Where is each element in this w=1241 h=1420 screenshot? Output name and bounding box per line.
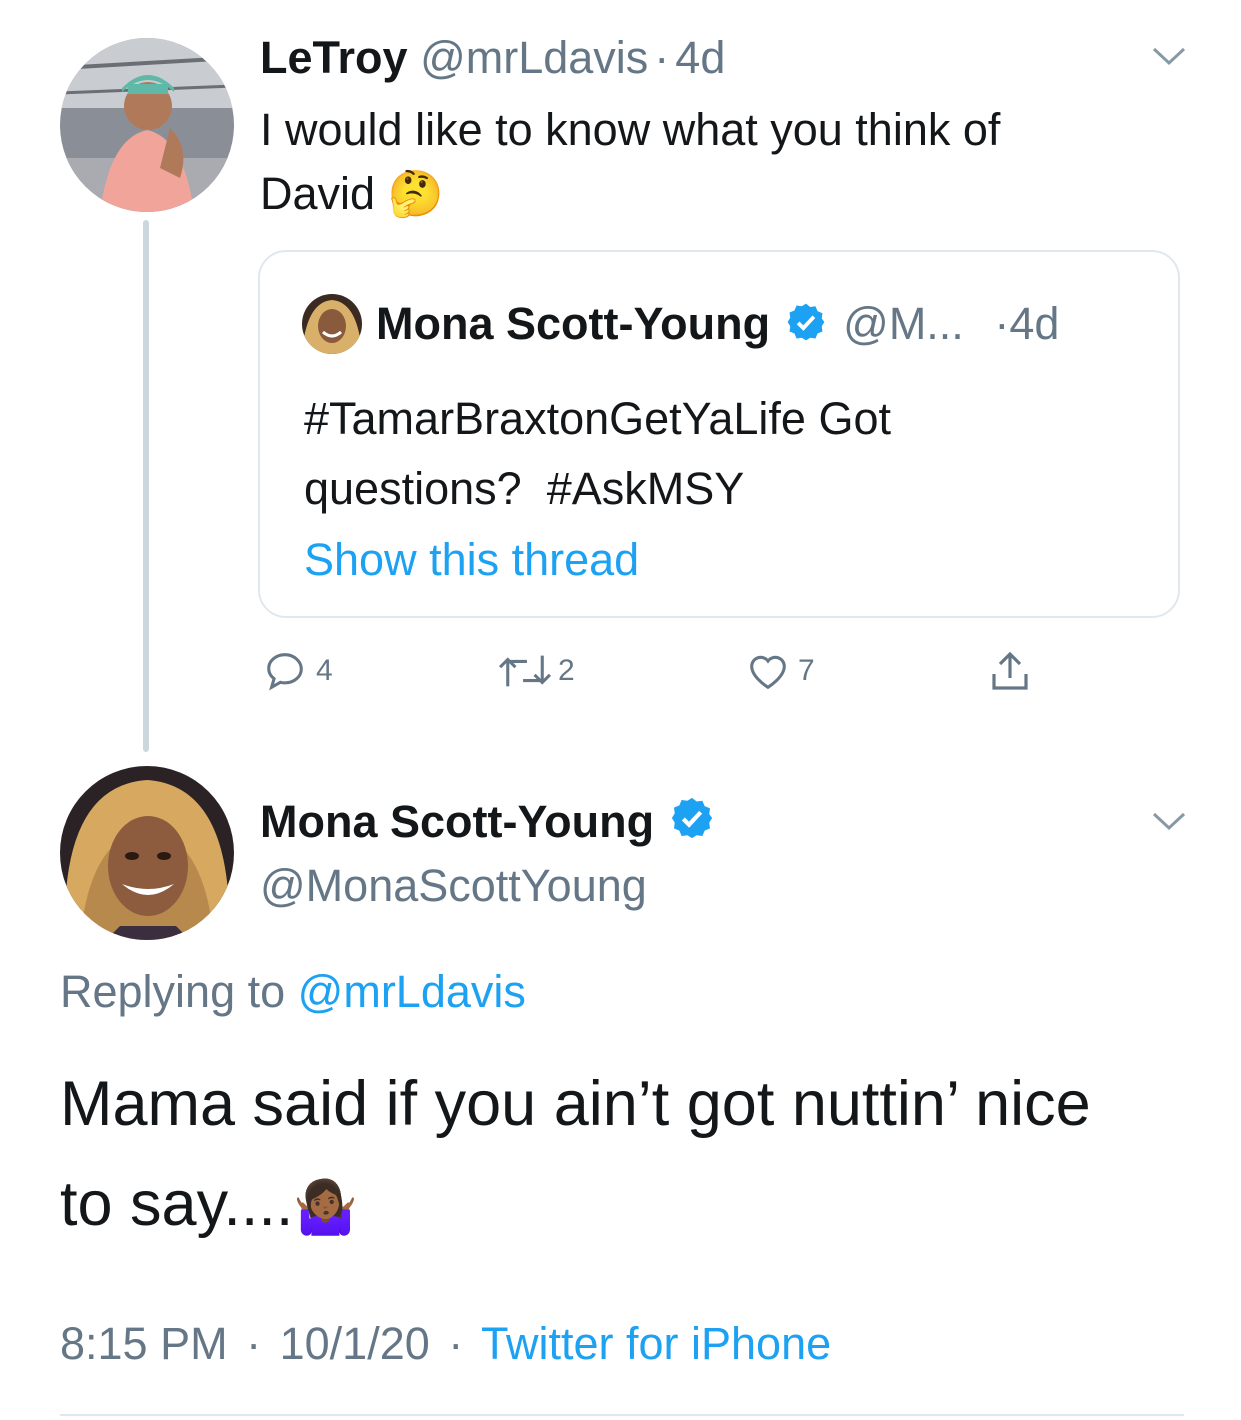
main-text-line1: Mama said if you ain’t got nuttin’ nice (60, 1069, 1091, 1139)
heart-icon (750, 655, 786, 690)
share-icon (992, 651, 1028, 690)
metadata-separator-2: · (448, 1318, 464, 1369)
author-name[interactable]: LeTroy (260, 32, 408, 83)
main-author-handle[interactable]: @MonaScottYoung (260, 858, 647, 914)
reply-icon (267, 653, 303, 691)
quoted-author-name[interactable]: Mona Scott-Young (376, 298, 770, 349)
metadata-separator-1: · (246, 1318, 262, 1369)
letroy-avatar[interactable] (60, 38, 234, 212)
like-count: 7 (798, 654, 815, 687)
quoted-tweet-text: #TamarBraxtonGetYaLife Got questions? #A… (304, 384, 1164, 524)
main-author-name[interactable]: Mona Scott-Young (260, 796, 654, 847)
chevron-down-icon[interactable] (1150, 45, 1188, 69)
retweet-action[interactable]: 2 (496, 648, 575, 694)
time-separator: · (654, 32, 670, 83)
quoted-text-fragment-2: questions? (304, 463, 522, 514)
mona-avatar[interactable] (60, 766, 234, 940)
tweet-source-link[interactable]: Twitter for iPhone (481, 1318, 831, 1369)
retweet-icon (498, 655, 552, 687)
quoted-tweet-header: Mona Scott-Young @M... ·4d (376, 298, 1059, 354)
reply-count: 4 (316, 654, 333, 687)
quoted-text-fragment: Got (818, 393, 891, 444)
retweet-count: 2 (558, 654, 575, 687)
quoted-time-separator: · (994, 298, 1010, 349)
share-action[interactable] (986, 648, 1034, 696)
bottom-divider (60, 1414, 1184, 1416)
parent-tweet-text: I would like to know what you think of D… (260, 98, 1160, 226)
quoted-author-avatar (302, 294, 362, 354)
tweet-text-line2: David (260, 168, 376, 219)
tweet-time-main[interactable]: 8:15 PM (60, 1318, 228, 1369)
quoted-text-line2: questions? #AskMSY (304, 454, 1164, 524)
main-tweet-text: Mama said if you ain’t got nuttin’ nice … (60, 1054, 1220, 1258)
verified-badge-icon (669, 795, 715, 854)
tweet-metadata: 8:15 PM · 10/1/20 · Twitter for iPhone (60, 1316, 831, 1372)
quoted-text-line1: #TamarBraxtonGetYaLife Got (304, 384, 1164, 454)
verified-badge-icon (785, 301, 827, 354)
tweet-text-line2-wrap: David 🤔 (260, 162, 1160, 226)
tweet-text-line1: I would like to know what you think of (260, 104, 1001, 155)
like-action[interactable]: 7 (744, 648, 815, 694)
main-text-line2: to say.... (60, 1169, 294, 1239)
tweet-time[interactable]: 4d (675, 32, 725, 83)
shrug-emoji: 🤷🏾‍♀️ (293, 1179, 359, 1237)
chevron-down-icon[interactable] (1150, 810, 1188, 834)
replying-to-line: Replying to @mrLdavis (60, 964, 526, 1020)
hashtag-link-2[interactable]: #AskMSY (547, 463, 745, 514)
quoted-author-handle[interactable]: @M... (843, 298, 964, 349)
hashtag-link[interactable]: #TamarBraxtonGetYaLife (304, 393, 806, 444)
reply-action[interactable]: 4 (262, 648, 333, 694)
main-text-line2-wrap: to say....🤷🏾‍♀️ (60, 1154, 1220, 1258)
show-thread-link[interactable]: Show this thread (304, 532, 639, 588)
thinking-emoji: 🤔 (387, 168, 444, 219)
replying-to-handle[interactable]: @mrLdavis (298, 966, 526, 1017)
quoted-tweet-card[interactable]: Mona Scott-Young @M... ·4d #TamarBraxton… (258, 250, 1180, 618)
main-author-name-row: Mona Scott-Young (260, 794, 715, 854)
tweet-date[interactable]: 10/1/20 (280, 1318, 430, 1369)
replying-to-label: Replying to (60, 966, 286, 1017)
parent-tweet-header: LeTroy @mrLdavis · 4d (260, 32, 725, 84)
author-handle[interactable]: @mrLdavis (420, 32, 648, 83)
thread-connector-line (143, 220, 149, 752)
quoted-tweet-time: 4d (1009, 298, 1060, 349)
